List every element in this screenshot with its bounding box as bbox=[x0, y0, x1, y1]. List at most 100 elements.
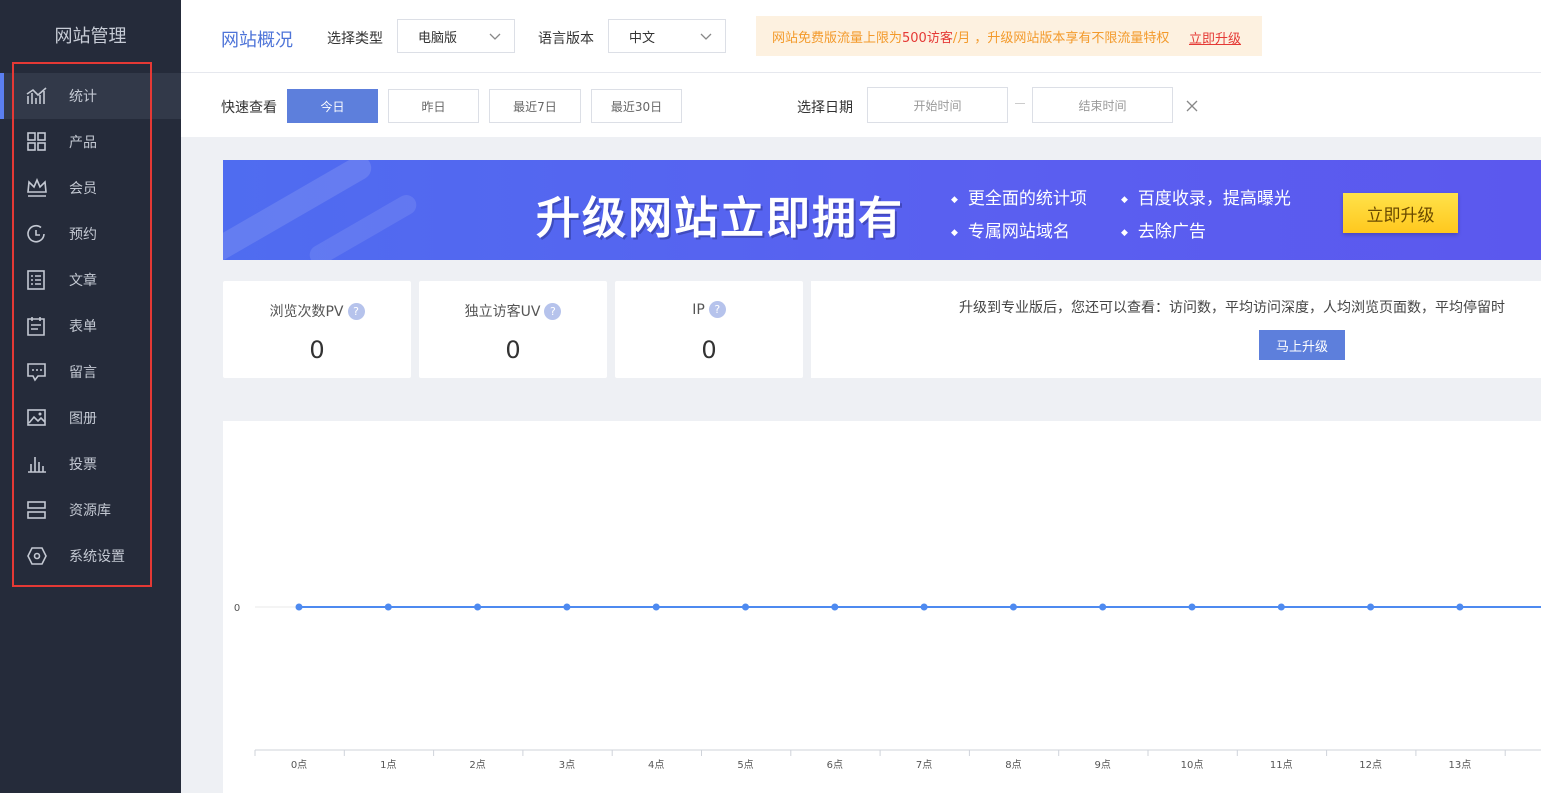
help-icon[interactable]: ? bbox=[347, 303, 365, 320]
sidebar-item-product[interactable]: 产品 bbox=[0, 119, 181, 165]
filter-bar: 快速查看 今日 昨日 最近7日 最近30日 选择日期 开始时间 结束时间 bbox=[181, 73, 1541, 137]
stat-value: 0 bbox=[505, 336, 521, 364]
x-tick-label: 5点 bbox=[737, 759, 753, 771]
x-tick-label: 4点 bbox=[648, 759, 664, 771]
x-tick-label: 10点 bbox=[1181, 759, 1204, 771]
date-range-separator bbox=[1015, 103, 1025, 104]
x-tick-label: 1点 bbox=[380, 759, 396, 771]
sidebar-item-resources[interactable]: 资源库 bbox=[0, 487, 181, 533]
x-tick-label: 13点 bbox=[1449, 759, 1472, 771]
sidebar-item-article[interactable]: 文章 bbox=[0, 257, 181, 303]
stat-title: IP? bbox=[615, 301, 803, 318]
sidebar-item-label: 产品 bbox=[69, 135, 97, 151]
notice-prefix: 网站免费版流量上限为 bbox=[772, 30, 903, 46]
stat-card-ip: IP? 0 bbox=[615, 281, 803, 378]
data-point bbox=[474, 603, 482, 611]
banner-upgrade-button[interactable]: 立即升级 bbox=[1343, 193, 1458, 233]
help-icon[interactable]: ? bbox=[544, 303, 562, 320]
stat-card-uv: 独立访客UV? 0 bbox=[419, 281, 607, 378]
data-point bbox=[1188, 603, 1196, 611]
stat-card-pv: 浏览次数PV? 0 bbox=[223, 281, 411, 378]
data-point bbox=[920, 603, 928, 611]
data-point bbox=[831, 603, 839, 611]
sidebar-title: 网站管理 bbox=[54, 26, 127, 47]
sidebar-item-label: 统计 bbox=[69, 89, 97, 105]
banner-feature: 百度收录，提高曝光 bbox=[1121, 184, 1291, 209]
sidebar-item-label: 图册 bbox=[69, 411, 97, 427]
x-tick-label: 0点 bbox=[291, 759, 307, 771]
banner-headline: 升级网站立即拥有 bbox=[536, 193, 904, 244]
lang-select[interactable]: 中文 bbox=[608, 19, 726, 53]
upgrade-now-button[interactable]: 马上升级 bbox=[1259, 330, 1345, 360]
data-point bbox=[1456, 603, 1464, 611]
start-date-input[interactable]: 开始时间 bbox=[867, 87, 1008, 123]
traffic-notice: 网站免费版流量上限为 500访客/月 ，升级网站版本享有不限流量特权 bbox=[756, 16, 1262, 56]
sidebar-item-label: 留言 bbox=[69, 365, 97, 381]
data-point bbox=[1009, 603, 1017, 611]
banner-feature: 更全面的统计项 bbox=[951, 184, 1087, 209]
stat-value: 0 bbox=[701, 336, 717, 364]
y-tick-label: 0 bbox=[234, 603, 240, 614]
x-tick-label: 6点 bbox=[827, 759, 843, 771]
help-icon[interactable]: ? bbox=[708, 301, 726, 318]
sidebar-item-label: 资源库 bbox=[69, 503, 111, 519]
data-point bbox=[1099, 603, 1107, 611]
type-select-value: 电脑版 bbox=[418, 30, 458, 46]
sidebar-item-booking[interactable]: 预约 bbox=[0, 211, 181, 257]
sidebar-item-settings[interactable]: 系统设置 bbox=[0, 533, 181, 579]
settings-icon bbox=[27, 547, 47, 565]
grid-icon bbox=[27, 132, 46, 151]
bar-icon bbox=[28, 457, 46, 473]
sidebar-item-label: 文章 bbox=[69, 273, 97, 289]
x-tick-label: 3点 bbox=[559, 759, 575, 771]
banner-feature: 去除广告 bbox=[1121, 217, 1206, 242]
sidebar-item-label: 表单 bbox=[69, 319, 97, 335]
pro-upgrade-card: 升级到专业版后，您还可以查看：访问数，平均访问深度，人均浏览页面数，平均停留时 … bbox=[811, 281, 1541, 378]
stat-label: 独立访客UV bbox=[464, 304, 541, 320]
date-label: 选择日期 bbox=[797, 100, 853, 116]
x-tick-label: 8点 bbox=[1005, 759, 1021, 771]
upgrade-banner: 升级网站立即拥有 更全面的统计项 百度收录，提高曝光 专属网站域名 去除广告 立… bbox=[223, 160, 1541, 260]
sidebar-item-label: 系统设置 bbox=[69, 549, 125, 565]
last-7-days-button[interactable]: 最近7日 bbox=[489, 89, 581, 123]
x-tick-label: 12点 bbox=[1359, 759, 1382, 771]
form-icon bbox=[27, 317, 45, 336]
sidebar-item-member[interactable]: 会员 bbox=[0, 165, 181, 211]
sidebar-item-message[interactable]: 留言 bbox=[0, 349, 181, 395]
sidebar-item-album[interactable]: 图册 bbox=[0, 395, 181, 441]
lang-select-value: 中文 bbox=[629, 30, 656, 46]
sidebar-item-label: 投票 bbox=[69, 457, 97, 473]
banner-feature: 专属网站域名 bbox=[951, 217, 1070, 242]
top-header: 网站概况 选择类型 电脑版 语言版本 中文 网站免费版流量上限为 500访客/月 … bbox=[181, 0, 1541, 73]
clock-icon bbox=[27, 224, 45, 243]
pro-upgrade-text: 升级到专业版后，您还可以查看：访问数，平均访问深度，人均浏览页面数，平均停留时 bbox=[959, 300, 1505, 316]
type-select[interactable]: 电脑版 bbox=[397, 19, 515, 53]
clear-icon[interactable] bbox=[1185, 99, 1199, 113]
message-icon bbox=[27, 363, 46, 382]
stat-title: 独立访客UV? bbox=[419, 301, 607, 321]
storage-icon bbox=[27, 501, 46, 519]
stat-label: IP bbox=[692, 302, 705, 318]
stat-value: 0 bbox=[309, 336, 325, 364]
data-point bbox=[384, 603, 392, 611]
sidebar: 网站管理 统计 产品 会员 预约 文章 表单 留言 图册 投票 资源库 系统设置 bbox=[0, 0, 181, 793]
last-30-days-button[interactable]: 最近30日 bbox=[591, 89, 682, 123]
x-tick-label: 7点 bbox=[916, 759, 932, 771]
stat-label: 浏览次数PV bbox=[269, 304, 344, 320]
yesterday-button[interactable]: 昨日 bbox=[388, 89, 479, 123]
end-date-input[interactable]: 结束时间 bbox=[1032, 87, 1173, 123]
stat-title: 浏览次数PV? bbox=[223, 301, 411, 321]
list-icon bbox=[27, 270, 45, 290]
image-icon bbox=[27, 409, 46, 426]
sidebar-item-form[interactable]: 表单 bbox=[0, 303, 181, 349]
lang-label: 语言版本 bbox=[538, 31, 594, 47]
sidebar-item-vote[interactable]: 投票 bbox=[0, 441, 181, 487]
type-label: 选择类型 bbox=[327, 31, 383, 47]
traffic-chart: 00点1点2点3点4点5点6点7点8点9点10点11点12点13点1 bbox=[223, 421, 1541, 793]
today-button[interactable]: 今日 bbox=[287, 89, 378, 123]
data-point bbox=[295, 603, 303, 611]
data-point bbox=[1367, 603, 1375, 611]
notice-upgrade-link[interactable]: 立即升级 bbox=[1189, 28, 1241, 47]
stats-icon bbox=[26, 87, 47, 104]
sidebar-item-stats[interactable]: 统计 bbox=[0, 73, 181, 119]
